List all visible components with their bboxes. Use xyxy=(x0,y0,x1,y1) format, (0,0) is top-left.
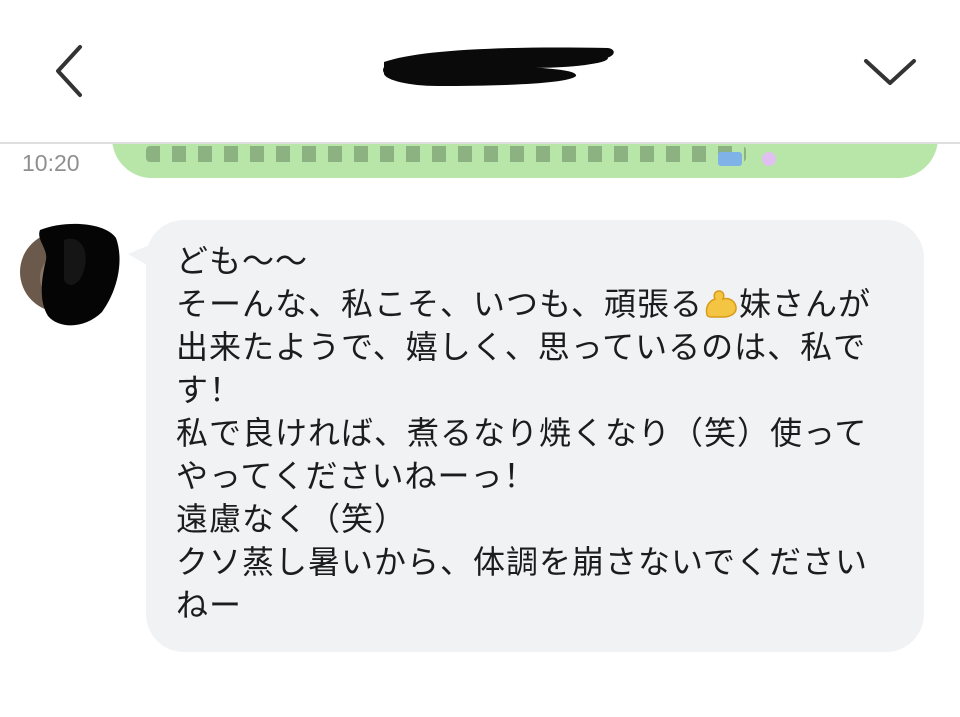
message-line-text: 妹さんが xyxy=(739,285,872,323)
sparkle-icon xyxy=(762,152,776,166)
redacted-contact-name xyxy=(383,47,614,86)
message-line: ども〜〜 xyxy=(176,242,309,280)
sent-message-bubble[interactable] xyxy=(112,144,938,178)
message-line-text: そーんな、私こそ、いつも、頑張る xyxy=(176,285,704,323)
back-button[interactable] xyxy=(40,35,100,107)
emoji-icon xyxy=(718,152,742,166)
avatar[interactable] xyxy=(20,220,120,330)
flexed-biceps-icon xyxy=(705,290,737,318)
message-line: 遠慮なく（笑） xyxy=(176,500,408,538)
message-line: 出来たようで、嬉しく、思っているのは、私で xyxy=(176,328,867,366)
message-line: す！ xyxy=(176,371,243,409)
message-timestamp: 10:20 xyxy=(22,150,80,176)
message-line: そーんな、私こそ、いつも、頑張る 妹さんが xyxy=(176,283,906,326)
message-line: クソ蒸し暑いから、体調を崩さないでください xyxy=(176,543,869,581)
chevron-left-icon xyxy=(56,45,82,97)
dropdown-button[interactable] xyxy=(850,35,930,107)
message-line: やってくださいねーっ！ xyxy=(176,457,537,495)
message-line: ねー xyxy=(176,586,243,624)
chat-area[interactable]: 10:20 ども〜〜 そーんな、私こそ、いつも、頑張る 妹さんが 出来たようで、… xyxy=(0,144,960,717)
received-message-text: ども〜〜 そーんな、私こそ、いつも、頑張る 妹さんが 出来たようで、嬉しく、思っ… xyxy=(176,240,906,627)
sent-message-text-cut-off xyxy=(146,146,746,162)
chat-header xyxy=(0,0,960,144)
message-line: 私で良ければ、煮るなり焼くなり（笑）使って xyxy=(176,414,868,452)
chevron-down-icon xyxy=(864,59,916,85)
